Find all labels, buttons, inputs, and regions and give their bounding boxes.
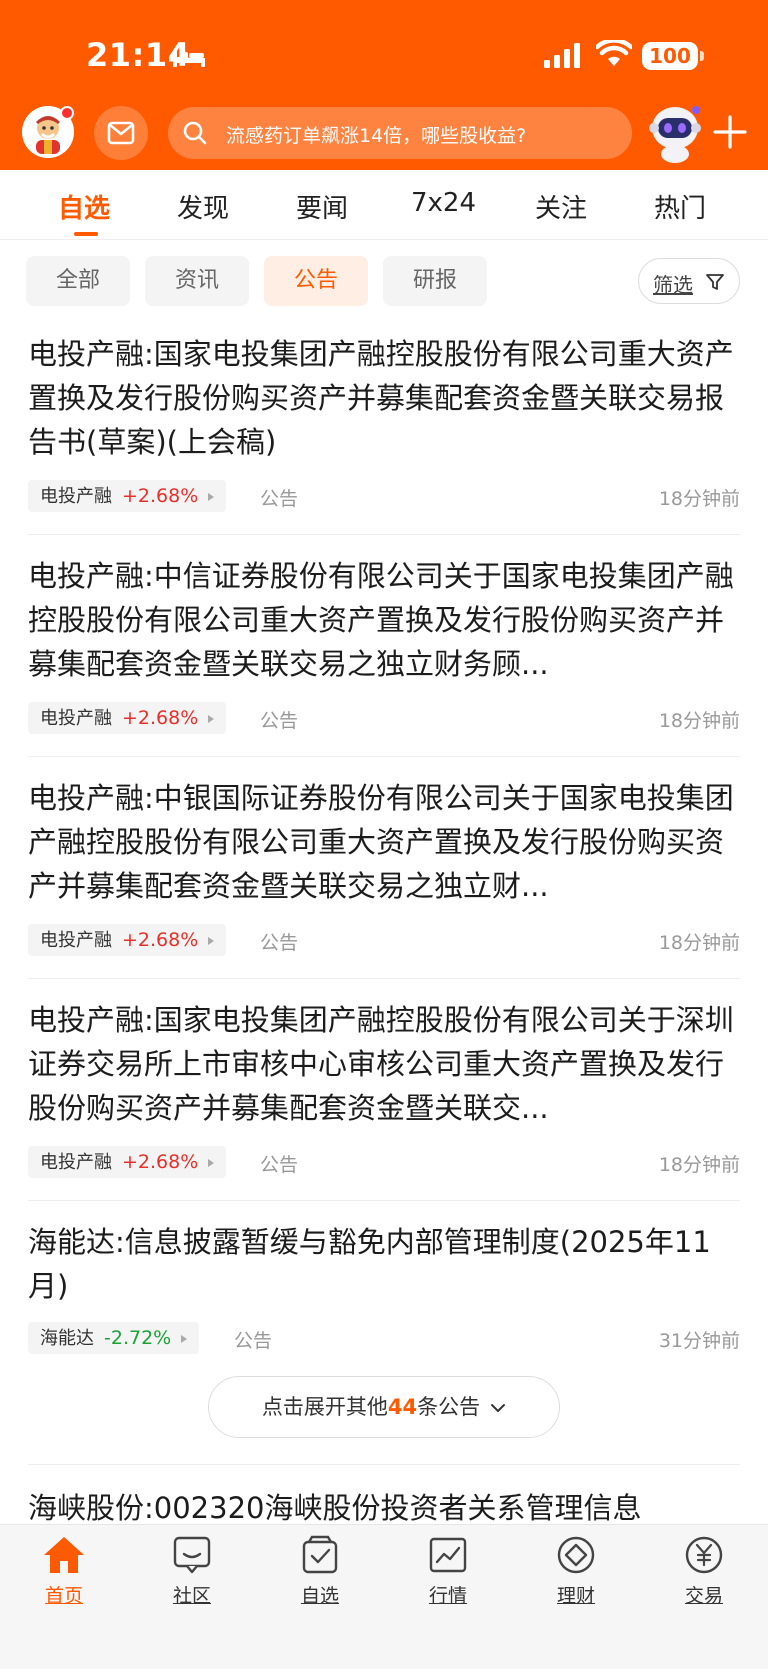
news-title[interactable]: 电投产融:中银国际证券股份有限公司关于国家电投集团产融控股股份有限公司重大资产置…	[28, 776, 740, 908]
divider	[28, 1200, 740, 1201]
news-meta: 海能达 -2.72% 公告 31分钟前	[28, 1322, 740, 1354]
stock-change: +2.68%	[122, 929, 199, 951]
expand-more-announcements-button[interactable]: 点击展开其他44条公告	[208, 1376, 560, 1438]
news-title[interactable]: 电投产融:国家电投集团产融控股股份有限公司重大资产置换及发行股份购买资产并募集配…	[28, 332, 740, 464]
divider	[28, 756, 740, 757]
nav-community[interactable]: 社区	[147, 1535, 237, 1615]
main-tabs: 自选 发现 要闻 7x24 关注 热门	[0, 170, 768, 240]
community-icon	[173, 1536, 211, 1574]
tab-7x24[interactable]: 7x24	[411, 188, 476, 218]
divider	[28, 1464, 740, 1465]
news-type: 公告	[260, 932, 299, 954]
stock-name: 电投产融	[40, 486, 112, 507]
nav-watchlist[interactable]: 自选	[275, 1535, 365, 1615]
filter-button[interactable]: 筛选	[638, 258, 740, 304]
news-title[interactable]: 电投产融:中信证券股份有限公司关于国家电投集团产融控股股份有限公司重大资产置换及…	[28, 554, 740, 686]
nav-label: 社区	[172, 1585, 211, 1607]
nav-label: 首页	[44, 1585, 83, 1607]
sleep-focus-icon	[173, 50, 205, 67]
stock-change: +2.68%	[122, 485, 199, 507]
cellular-signal-icon	[544, 43, 580, 68]
news-meta: 电投产融 +2.68% 公告 18分钟前	[28, 1146, 740, 1178]
expand-count: 44	[387, 1395, 418, 1419]
bottom-nav: 首页 社区 自选 行情 理财 交易	[0, 1524, 768, 1669]
chevron-down-icon	[491, 1404, 506, 1412]
stock-change: -2.72%	[104, 1327, 172, 1349]
tab-headlines[interactable]: 要闻	[296, 188, 348, 225]
nav-label: 行情	[428, 1585, 467, 1607]
search-placeholder: 流感药订单飙涨14倍，哪些股收益?	[226, 125, 527, 147]
news-type: 公告	[260, 488, 299, 510]
stock-tag[interactable]: 电投产融 +2.68%	[28, 1146, 227, 1178]
tab-discover[interactable]: 发现	[177, 188, 229, 225]
nav-label: 理财	[556, 1585, 595, 1607]
wealth-icon	[557, 1536, 595, 1574]
news-time: 31分钟前	[658, 1330, 740, 1352]
funnel-icon	[706, 274, 724, 290]
arrow-right-icon	[208, 493, 215, 501]
nav-wealth[interactable]: 理财	[531, 1535, 621, 1615]
stock-tag[interactable]: 电投产融 +2.68%	[28, 924, 227, 956]
news-type: 公告	[234, 1330, 273, 1352]
nav-market[interactable]: 行情	[403, 1535, 493, 1615]
filter-news[interactable]: 资讯	[145, 256, 249, 306]
add-icon[interactable]	[712, 114, 748, 150]
nav-home[interactable]: 首页	[19, 1535, 109, 1615]
stock-name: 电投产融	[40, 1152, 112, 1173]
top-bar: 流感药订单飙涨14倍，哪些股收益?	[0, 100, 768, 170]
news-time: 18分钟前	[658, 932, 740, 954]
news-type: 公告	[260, 1154, 299, 1176]
stock-name: 电投产融	[40, 930, 112, 951]
search-icon	[183, 121, 207, 145]
nav-label: 自选	[300, 1585, 339, 1607]
tab-watchlist[interactable]: 自选	[58, 188, 110, 225]
app-header: 21:14 100 流感药订单飙涨14倍，哪些股收益?	[0, 0, 768, 170]
notification-dot	[60, 106, 74, 120]
news-time: 18分钟前	[658, 1154, 740, 1176]
ai-assistant-robot-icon[interactable]	[646, 100, 704, 164]
stock-change: +2.68%	[122, 1151, 199, 1173]
stock-name: 电投产融	[40, 708, 112, 729]
tab-following[interactable]: 关注	[535, 188, 587, 225]
expand-suffix: 条公告	[417, 1395, 481, 1419]
market-icon	[429, 1537, 467, 1573]
arrow-right-icon	[181, 1335, 188, 1343]
filter-announcements[interactable]: 公告	[264, 256, 368, 306]
home-icon	[44, 1537, 84, 1573]
filter-all[interactable]: 全部	[26, 256, 130, 306]
battery-indicator: 100	[642, 42, 704, 70]
news-title[interactable]: 电投产融:国家电投集团产融控股股份有限公司关于深圳证券交易所上市审核中心审核公司…	[28, 998, 740, 1130]
arrow-right-icon	[208, 937, 215, 945]
divider	[28, 978, 740, 979]
arrow-right-icon	[208, 1159, 215, 1167]
filter-button-label: 筛选	[653, 273, 693, 297]
nav-label: 交易	[684, 1585, 723, 1607]
news-title[interactable]: 海能达:信息披露暂缓与豁免内部管理制度(2025年11月)	[28, 1220, 740, 1308]
stock-tag[interactable]: 电投产融 +2.68%	[28, 480, 227, 512]
expand-prefix: 点击展开其他	[261, 1395, 388, 1419]
arrow-right-icon	[208, 715, 215, 723]
nav-trade[interactable]: 交易	[659, 1535, 749, 1615]
mail-icon	[107, 121, 135, 145]
status-bar: 21:14 100	[0, 0, 768, 100]
news-type: 公告	[260, 710, 299, 732]
stock-name: 海能达	[40, 1328, 94, 1349]
stock-tag[interactable]: 海能达 -2.72%	[28, 1322, 200, 1354]
message-button[interactable]	[94, 106, 148, 160]
search-bar[interactable]: 流感药订单飙涨14倍，哪些股收益?	[168, 107, 632, 159]
watchlist-icon	[302, 1535, 338, 1574]
wifi-icon	[596, 40, 632, 66]
active-tab-indicator	[74, 232, 98, 236]
filter-reports[interactable]: 研报	[383, 256, 487, 306]
trade-icon	[685, 1536, 723, 1574]
news-meta: 电投产融 +2.68% 公告 18分钟前	[28, 702, 740, 734]
news-time: 18分钟前	[658, 488, 740, 510]
news-time: 18分钟前	[658, 710, 740, 732]
stock-change: +2.68%	[122, 707, 199, 729]
stock-tag[interactable]: 电投产融 +2.68%	[28, 702, 227, 734]
news-meta: 电投产融 +2.68% 公告 18分钟前	[28, 924, 740, 956]
tab-hot[interactable]: 热门	[654, 188, 706, 225]
divider	[28, 534, 740, 535]
news-meta: 电投产融 +2.68% 公告 18分钟前	[28, 480, 740, 512]
